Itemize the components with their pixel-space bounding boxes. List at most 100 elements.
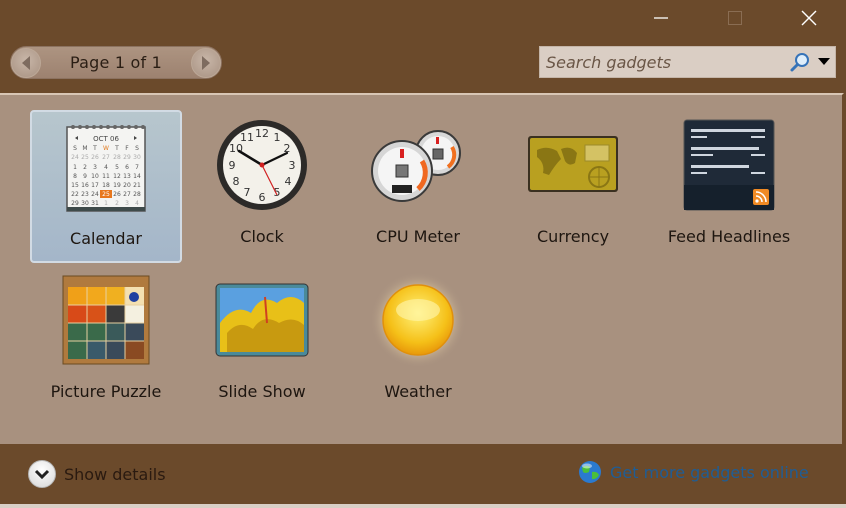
gadget-tile-clock[interactable]: 12 1 2 3 4567 8 9 10 11 Clock [186,110,338,263]
svg-text:24: 24 [71,154,79,161]
get-more-gadgets-label: Get more gadgets online [610,462,809,482]
bottom-border [0,504,846,508]
close-button[interactable] [772,0,846,36]
svg-text:M: M [82,145,87,152]
svg-text:30: 30 [81,200,89,207]
expand-button[interactable] [28,460,56,488]
slide-show-icon [207,270,317,370]
svg-text:F: F [125,145,129,152]
svg-text:12: 12 [113,173,121,180]
svg-text:12: 12 [255,127,269,140]
search-box [539,46,836,78]
svg-text:4: 4 [135,200,139,207]
footer: Show details Get more gadgets online [0,448,846,504]
svg-text:1: 1 [73,164,77,171]
svg-text:W: W [103,145,109,152]
gadget-tile-currency[interactable]: Currency [497,110,649,263]
gadget-tile-cpu-meter[interactable]: CPU Meter [342,110,494,263]
minimize-button[interactable] [624,0,698,36]
svg-text:31: 31 [91,200,99,207]
cpu-meter-icon [363,115,473,215]
gadget-gallery: OCT 06 SMTWTFS 24 25 26 27 28 29 30 1234567 89… [0,93,844,446]
svg-text:6: 6 [125,164,129,171]
svg-text:15: 15 [71,182,79,189]
gadget-name: Slide Show [218,382,306,401]
svg-text:9: 9 [229,159,236,172]
weather-icon [363,270,473,370]
picture-puzzle-icon [51,270,161,370]
gadget-tile-calendar[interactable]: OCT 06 SMTWTFS 24 25 26 27 28 29 30 1234567 89… [30,110,182,263]
svg-text:29: 29 [123,154,131,161]
gadget-tile-weather[interactable]: Weather [342,265,494,418]
svg-text:18: 18 [102,182,110,189]
gadget-tile-picture-puzzle[interactable]: Picture Puzzle [30,265,182,418]
search-input[interactable] [540,47,787,77]
svg-text:T: T [114,145,119,152]
svg-text:16: 16 [81,182,89,189]
svg-text:30: 30 [133,154,141,161]
svg-text:26: 26 [113,191,121,198]
chevron-down-icon [34,469,50,480]
svg-text:19: 19 [113,182,121,189]
svg-text:10: 10 [91,173,99,180]
svg-text:9: 9 [83,173,87,180]
svg-text:S: S [73,145,77,152]
svg-text:17: 17 [91,182,99,189]
svg-text:5: 5 [274,186,281,199]
minimize-icon [654,17,668,19]
window-controls [624,0,846,36]
svg-text:3: 3 [289,159,296,172]
svg-text:14: 14 [133,173,141,180]
arrow-right-icon [201,55,210,70]
svg-text:3: 3 [125,200,129,207]
gadget-tile-slide-show[interactable]: Slide Show [186,265,338,418]
svg-text:3: 3 [93,164,97,171]
gadget-name: Weather [384,382,452,401]
svg-text:28: 28 [133,191,141,198]
calendar-icon: OCT 06 SMTWTFS 24 25 26 27 28 29 30 1234567 89… [51,117,161,217]
calendar-highlight-day: 25 [102,191,110,198]
svg-text:6: 6 [259,191,266,204]
svg-text:20: 20 [123,182,131,189]
get-more-gadgets-link[interactable]: Get more gadgets online [578,460,809,484]
page-indicator: Page 1 of 1 [70,53,162,72]
svg-text:26: 26 [91,154,99,161]
svg-text:4: 4 [104,164,108,171]
page-navigator: Page 1 of 1 [10,46,222,79]
search-options-dropdown[interactable] [813,49,835,75]
next-page-button[interactable] [190,47,221,78]
svg-text:T: T [92,145,97,152]
gadget-name: CPU Meter [376,227,460,246]
svg-text:11: 11 [240,131,254,144]
svg-text:7: 7 [135,164,139,171]
gadget-name: Clock [240,227,284,246]
svg-text:29: 29 [71,200,79,207]
svg-text:24: 24 [91,191,99,198]
search-button[interactable] [787,49,813,75]
svg-text:21: 21 [133,182,141,189]
gadget-name: Currency [536,227,610,246]
svg-text:2: 2 [83,164,87,171]
search-icon [790,53,809,72]
svg-text:2: 2 [115,200,119,207]
previous-page-button[interactable] [11,47,41,78]
globe-icon [579,461,601,483]
svg-text:27: 27 [102,154,110,161]
gadget-name: Calendar [70,229,142,248]
svg-text:1: 1 [274,131,281,144]
dropdown-arrow-icon [818,58,830,65]
svg-text:8: 8 [73,173,77,180]
gadget-name: Picture Puzzle [50,382,162,401]
gadget-tile-feed-headlines[interactable]: Feed Headlines [653,110,805,263]
maximize-button[interactable] [698,0,772,36]
svg-text:4: 4 [285,175,292,188]
svg-text:S: S [135,145,139,152]
svg-text:5: 5 [115,164,119,171]
svg-text:8: 8 [233,175,240,188]
currency-icon [518,115,628,215]
svg-text:25: 25 [81,154,89,161]
calendar-month-label: OCT 06 [93,135,119,143]
show-details-toggle[interactable]: Show details [28,460,166,488]
svg-text:1: 1 [104,200,108,207]
show-details-label: Show details [64,464,166,484]
